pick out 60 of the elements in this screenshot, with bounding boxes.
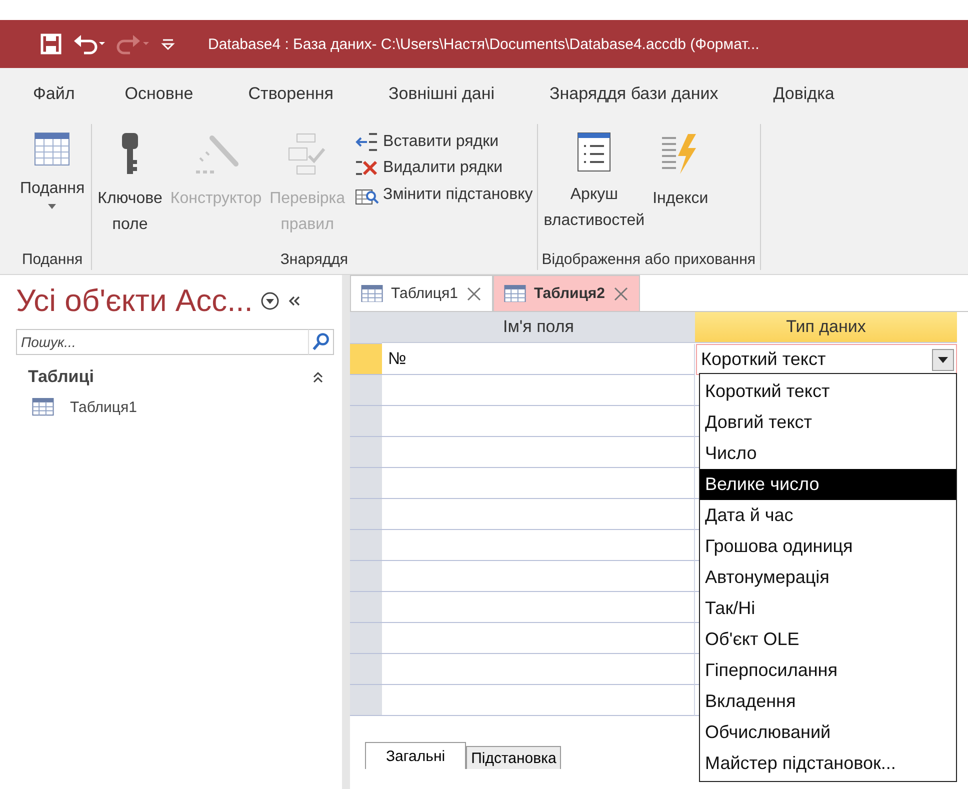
- property-tab[interactable]: Загальні: [365, 742, 466, 769]
- key-icon: [120, 132, 140, 176]
- row-selector[interactable]: [350, 623, 382, 654]
- table-icon: [34, 132, 70, 166]
- table-icon: [361, 284, 383, 302]
- dropdown-arrow-icon[interactable]: [938, 356, 948, 362]
- group-label: Знаряддя: [279, 251, 349, 270]
- nav-group-header[interactable]: Таблиці: [28, 367, 94, 387]
- checklist-icon: [287, 132, 328, 176]
- row-selector[interactable]: [350, 499, 382, 530]
- menu-tab[interactable]: Знаряддя бази даних: [549, 84, 718, 104]
- ribbon-button[interactable]: Видалити рядки: [355, 158, 533, 178]
- save-icon[interactable]: [40, 33, 62, 55]
- document-tab[interactable]: Таблиця2: [492, 275, 640, 311]
- menu-tab[interactable]: Основне: [124, 84, 194, 104]
- close-icon[interactable]: [613, 286, 630, 302]
- row-selector[interactable]: [350, 592, 382, 623]
- menu-tab[interactable]: Файл: [33, 84, 75, 104]
- collapse-icon[interactable]: [286, 295, 301, 307]
- row-selector[interactable]: [350, 437, 382, 468]
- row-selector[interactable]: [350, 344, 382, 375]
- table-icon: [504, 284, 526, 302]
- close-icon[interactable]: [466, 286, 482, 302]
- redo-icon[interactable]: [116, 33, 150, 55]
- property-tab[interactable]: Підстановка: [466, 746, 562, 769]
- row-selector[interactable]: [350, 561, 382, 592]
- row-selector[interactable]: [350, 406, 382, 437]
- row-selector[interactable]: [350, 654, 382, 685]
- ribbon-button[interactable]: Аркуш властивостей: [542, 124, 647, 234]
- group-label: Подання: [21, 251, 84, 270]
- window-title: Database4 : База даних- C:\Users\Настя\Documents\Database4.accdb (Формат...: [208, 36, 760, 52]
- ribbon-button[interactable]: Індекси: [650, 124, 710, 212]
- row-selector[interactable]: [350, 530, 382, 561]
- nav-item[interactable]: Таблиця1: [70, 398, 137, 416]
- table-icon: [32, 398, 54, 416]
- undo-icon[interactable]: [72, 33, 106, 55]
- insert-rows-icon: [355, 132, 380, 152]
- group-label: Відображення або приховання: [542, 251, 756, 270]
- menu-tab[interactable]: Зовнішні дані: [388, 84, 494, 104]
- dropdown-option[interactable]: Велике число: [700, 469, 956, 500]
- table-cell[interactable]: №: [382, 344, 695, 375]
- row-selector[interactable]: [350, 375, 382, 406]
- row-selector[interactable]: [350, 468, 382, 499]
- collapse-up-icon[interactable]: [312, 371, 324, 383]
- nav-pane-title: Усі об'єкти Acc...: [16, 283, 253, 319]
- ribbon-button[interactable]: Ключове поле: [96, 124, 164, 238]
- row-selector[interactable]: [350, 685, 382, 716]
- search-field[interactable]: Пошук...: [16, 329, 308, 355]
- menu-tab[interactable]: Створення: [248, 84, 334, 104]
- column-header[interactable]: Ім'я поля: [382, 312, 695, 343]
- property-sheet-icon: [577, 132, 612, 172]
- delete-rows-icon: [355, 158, 380, 178]
- document-tab[interactable]: Таблиця1: [350, 275, 493, 311]
- ribbon-button[interactable]: Змінити підстановку: [355, 184, 533, 206]
- column-header[interactable]: Тип даних: [695, 312, 957, 343]
- ribbon-button[interactable]: Вставити рядки: [355, 132, 533, 152]
- menu-tab[interactable]: Довідка: [773, 84, 834, 104]
- ribbon-button[interactable]: Подання: [18, 124, 87, 209]
- dropdown-circle-icon[interactable]: [260, 292, 279, 310]
- caret-icon: [48, 204, 56, 209]
